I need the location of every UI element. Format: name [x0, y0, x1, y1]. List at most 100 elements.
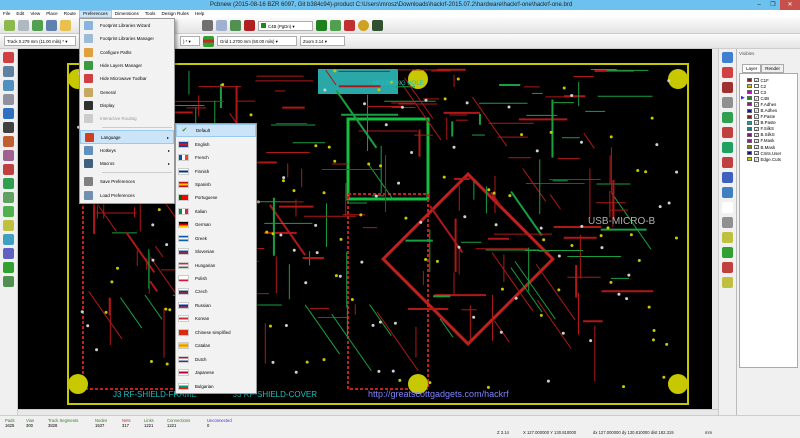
language-hungarian[interactable]: Hungarian	[176, 258, 256, 271]
layer-visibility-checkbox[interactable]: ✓	[754, 150, 759, 156]
grid-origin-icon[interactable]	[722, 277, 733, 288]
layer-color-swatch[interactable]	[747, 145, 752, 150]
scripting-console-icon[interactable]	[372, 20, 383, 31]
language-slovenian[interactable]: Slovenian	[176, 245, 256, 258]
layer-color-swatch[interactable]	[747, 114, 752, 119]
units-mm-icon[interactable]	[3, 108, 14, 119]
menu-item-hide-microwave-toolbar[interactable]: Hide Microwave Toolbar	[80, 72, 174, 85]
layer-color-swatch[interactable]	[747, 132, 752, 137]
menu-edit[interactable]: Edit	[13, 10, 27, 18]
drc-icon[interactable]	[244, 20, 255, 31]
layer-visibility-checkbox[interactable]: ✓	[754, 77, 759, 83]
language-spanish[interactable]: Spanish	[176, 178, 256, 191]
grid-select[interactable]: Grid 1.2700 mm (50.00 mils) ▾	[217, 36, 297, 46]
drill-origin-icon[interactable]	[722, 262, 733, 273]
local-ratsnest-icon[interactable]	[722, 82, 733, 93]
layer-visibility-checkbox[interactable]: ✓	[754, 108, 759, 113]
language-greek[interactable]: Greek	[176, 232, 256, 245]
language-bulgarian[interactable]: Bulgarian	[176, 379, 256, 392]
menu-item-load-preferences[interactable]: Load Preferences	[80, 189, 174, 202]
cursor-shape-icon[interactable]	[3, 122, 14, 133]
layer-color-swatch[interactable]	[747, 108, 752, 113]
menu-view[interactable]: View	[27, 10, 43, 18]
language-japanese[interactable]: Japanese	[176, 366, 256, 379]
menu-item-configure-paths[interactable]: Configure Paths	[80, 46, 174, 59]
layer-color-swatch[interactable]	[747, 84, 752, 89]
highlight-net-icon[interactable]	[722, 67, 733, 78]
layer-color-swatch[interactable]	[747, 96, 752, 101]
language-chinese-simplified[interactable]: Chinese simplified	[176, 326, 256, 339]
layer-color-swatch[interactable]	[747, 151, 752, 156]
menu-file[interactable]: File	[0, 10, 13, 18]
layer-pair-icon[interactable]	[316, 20, 327, 31]
layer-select[interactable]: C4B (PgDn) ▾	[258, 20, 313, 31]
menu-help[interactable]: Help	[192, 10, 207, 18]
menu-item-footprint-libraries-manager[interactable]: Footprint Libraries Manager	[80, 32, 174, 45]
layer-visibility-checkbox[interactable]	[754, 89, 759, 95]
menu-route[interactable]: Route	[61, 10, 79, 18]
menu-design-rules[interactable]: Design Rules	[158, 10, 191, 18]
layer-color-swatch[interactable]	[747, 102, 752, 107]
new-board-icon[interactable]	[4, 20, 15, 31]
delete-icon[interactable]	[722, 247, 733, 258]
zone-fill-icon[interactable]	[3, 178, 14, 189]
zoom-select[interactable]: Zoom 3.14 ▾	[300, 36, 345, 46]
zoom-icon[interactable]	[216, 20, 227, 31]
menu-item-hide-layers-manager[interactable]: Hide Layers Manager	[80, 59, 174, 72]
layer-visibility-checkbox[interactable]: ✓	[754, 138, 759, 144]
layer-color-swatch[interactable]	[747, 78, 752, 83]
language-italian[interactable]: Italian	[176, 205, 256, 218]
via-sketch-icon[interactable]	[3, 220, 14, 231]
language-default[interactable]: ✔ Default	[176, 124, 256, 138]
language-dutch[interactable]: Dutch	[176, 352, 256, 365]
layer-color-swatch[interactable]	[747, 126, 752, 131]
layer-row[interactable]: ✓ Edge.Cuts	[740, 156, 797, 162]
language-french[interactable]: French	[176, 151, 256, 164]
find-icon[interactable]	[202, 20, 213, 31]
page-settings-icon[interactable]	[18, 20, 29, 31]
menu-item-save-preferences[interactable]: Save Preferences	[80, 175, 174, 188]
ratsnest-icon[interactable]	[3, 136, 14, 147]
add-track-icon[interactable]	[722, 112, 733, 123]
menu-item-general[interactable]: General	[80, 85, 174, 98]
select-icon[interactable]	[722, 52, 733, 63]
layer-visibility-checkbox[interactable]: ✓	[754, 96, 759, 101]
polar-coords-icon[interactable]	[3, 80, 14, 91]
language-catalan[interactable]: Catalan	[176, 339, 256, 352]
language-korean[interactable]: Korean	[176, 312, 256, 325]
units-inch-icon[interactable]	[3, 94, 14, 105]
undo-icon[interactable]	[60, 20, 71, 31]
layer-visibility-checkbox[interactable]: ✓	[754, 114, 759, 119]
menu-item-interactive-routing[interactable]: Interactive Routing	[80, 112, 174, 125]
netlist-icon[interactable]	[230, 20, 241, 31]
grid-icon[interactable]	[330, 20, 341, 31]
layer-visibility-checkbox[interactable]	[754, 83, 759, 89]
layer-color-swatch[interactable]	[747, 90, 752, 95]
ratsnest-icon[interactable]	[344, 20, 355, 31]
layer-visibility-checkbox[interactable]: ✓	[754, 102, 759, 107]
layer-color-swatch[interactable]	[747, 157, 752, 162]
language-finnish[interactable]: Finnish	[176, 164, 256, 177]
add-target-icon[interactable]	[722, 232, 733, 243]
add-footprint-icon[interactable]	[722, 97, 733, 108]
layer-visibility-checkbox[interactable]: ✓	[754, 132, 759, 138]
autoplace-icon[interactable]	[358, 20, 369, 31]
auto-delete-icon[interactable]	[3, 164, 14, 175]
add-dimension-icon[interactable]	[722, 217, 733, 228]
menu-item-hotkeys[interactable]: Hotkeys ▸	[80, 144, 174, 157]
add-keepout-icon[interactable]	[722, 157, 733, 168]
add-zone-icon[interactable]	[722, 142, 733, 153]
menu-dimensions[interactable]: Dimensions	[112, 10, 142, 18]
menu-tools[interactable]: Tools	[142, 10, 159, 18]
layer-visibility-checkbox[interactable]: ✓	[754, 126, 759, 132]
language-russian[interactable]: Russian	[176, 299, 256, 312]
menu-preferences[interactable]: Preferences	[78, 10, 112, 18]
footprint-viewer-icon[interactable]	[46, 20, 57, 31]
language-portuguese[interactable]: Portuguese	[176, 191, 256, 204]
track-sketch-icon[interactable]	[3, 234, 14, 245]
microwave-icon[interactable]	[3, 262, 14, 273]
language-polish[interactable]: Polish	[176, 272, 256, 285]
footprint-editor-icon[interactable]	[32, 20, 43, 31]
module-ratsnest-icon[interactable]	[3, 150, 14, 161]
menu-item-display[interactable]: Display	[80, 99, 174, 112]
